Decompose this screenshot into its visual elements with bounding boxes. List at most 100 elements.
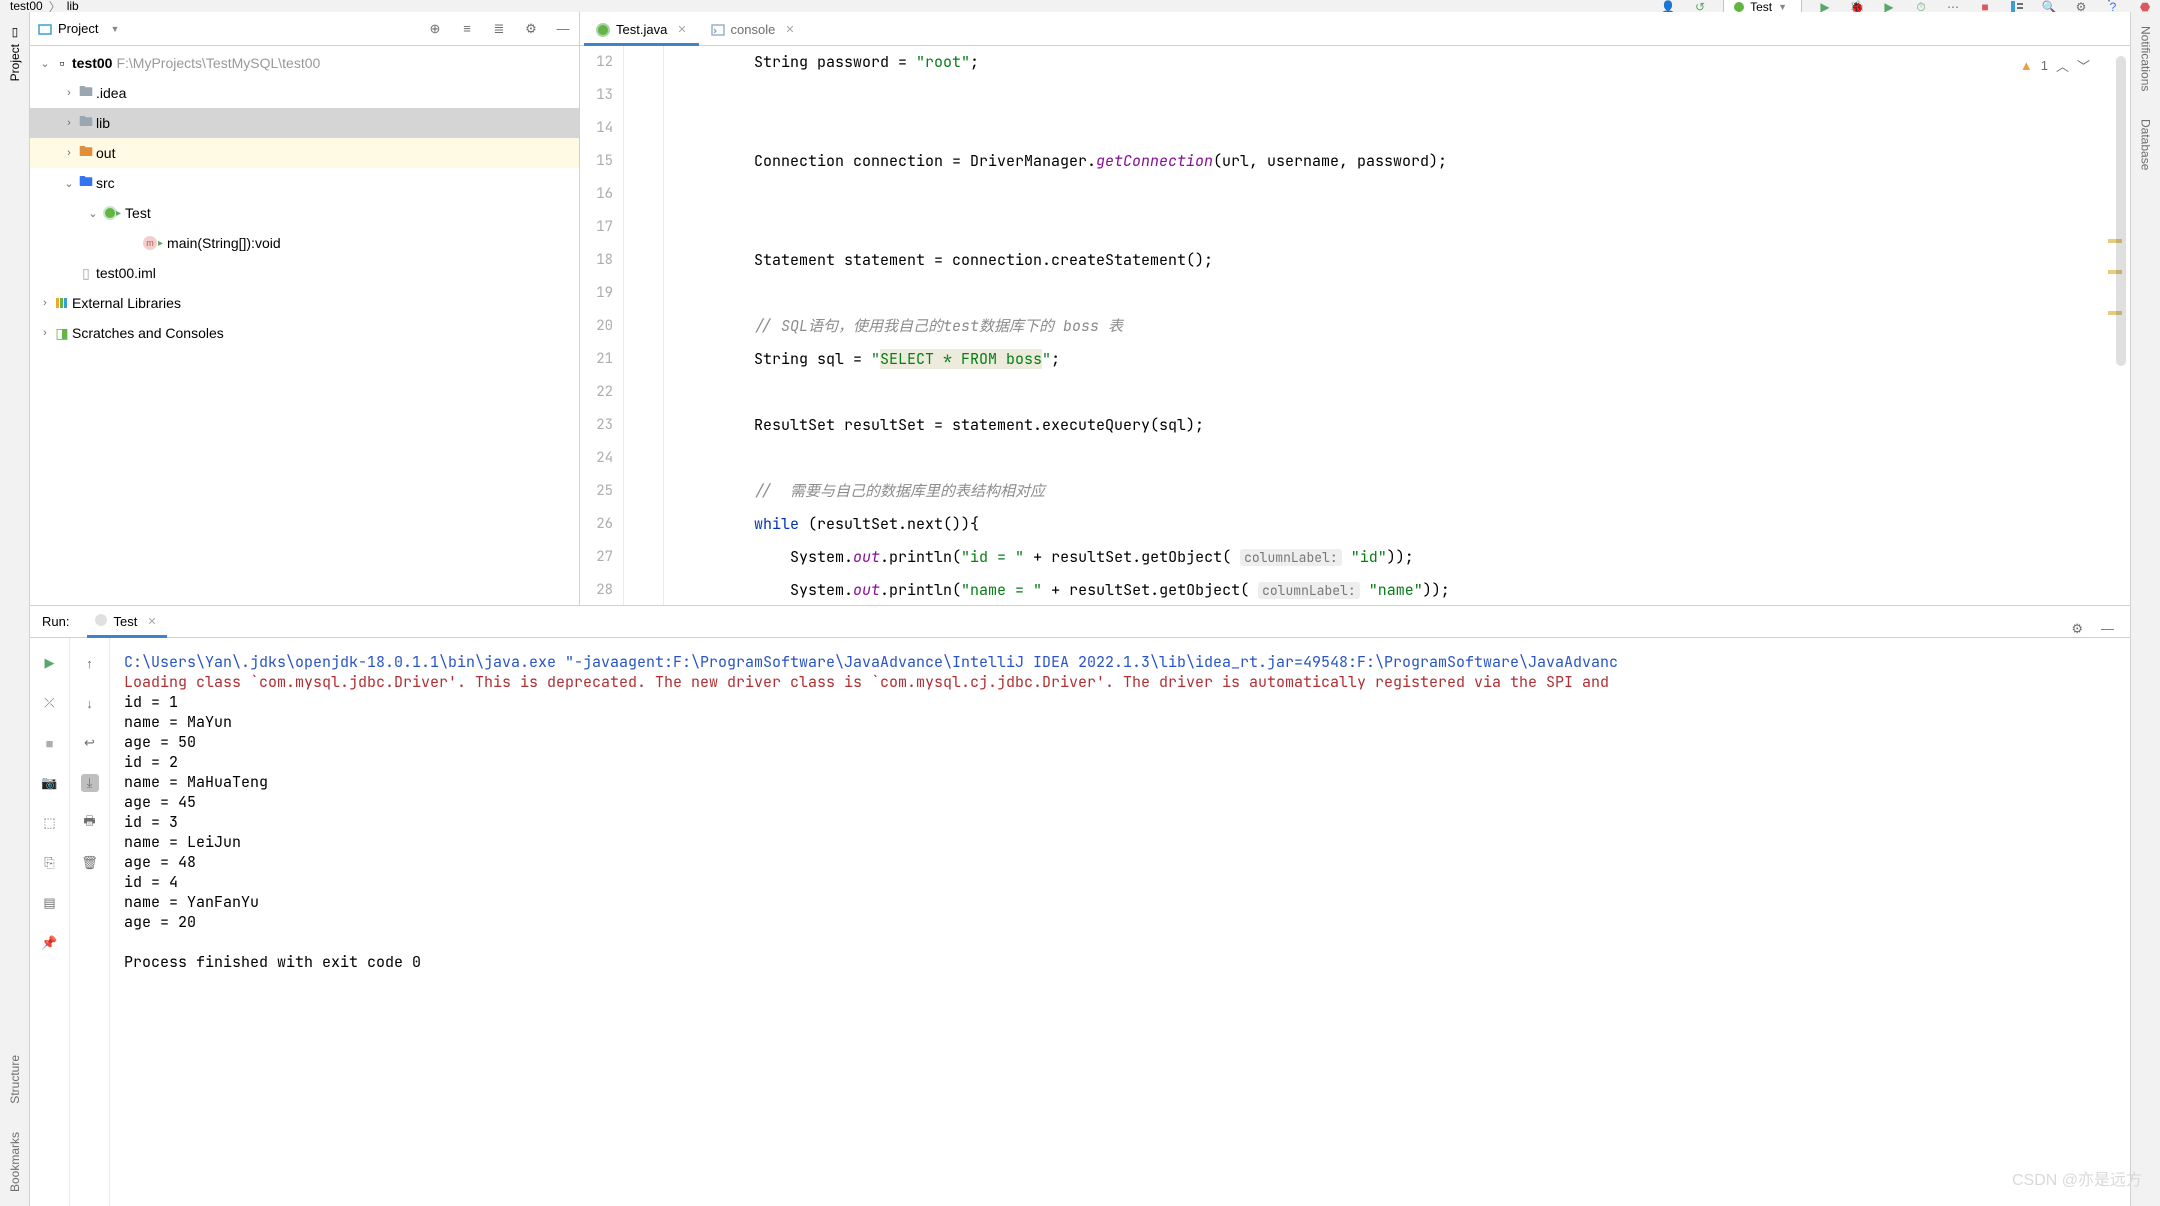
tree-iml[interactable]: ▯ test00.iml	[30, 258, 579, 288]
debug-button[interactable]: 🐞	[1848, 0, 1866, 12]
source-folder-icon: 🖿	[76, 171, 96, 195]
tree-scratches[interactable]: › ◨ Scratches and Consoles	[30, 318, 579, 348]
class-label: Test	[125, 205, 151, 221]
src-label: src	[96, 175, 115, 191]
select-opened-file-icon[interactable]: ⊕	[427, 21, 443, 37]
close-tab-icon[interactable]: ✕	[785, 23, 794, 36]
sync-icon[interactable]: ↺	[1691, 0, 1709, 12]
exit-line: Process finished with exit code 0	[124, 952, 421, 972]
run-settings-icon[interactable]: ⚙	[2071, 621, 2083, 637]
soft-wrap-icon[interactable]: ↩	[81, 734, 99, 752]
breadcrumb-separator: 〉	[49, 0, 61, 12]
editor-menu-icon[interactable]: ⋮	[2100, 0, 2118, 5]
line-no: 14	[580, 112, 613, 145]
layout-icon[interactable]: ⬚	[41, 814, 59, 832]
run-button[interactable]: ▶	[1816, 0, 1834, 12]
tree-out[interactable]: › 🖿 out	[30, 138, 579, 168]
line-gutter[interactable]: 12 13 14 15 16 17 18 19 20 21 22 23 24 2…	[580, 46, 624, 605]
rerun-icon[interactable]: ▶	[41, 654, 59, 672]
profile-button[interactable]: ⏱	[1912, 0, 1930, 12]
hide-icon[interactable]: —	[555, 21, 571, 37]
print-icon[interactable]: 🖶	[81, 814, 99, 832]
tree-idea[interactable]: › 🖿 .idea	[30, 78, 579, 108]
tree-main-method[interactable]: m ▸ main(String[]):void	[30, 228, 579, 258]
right-tool-strip: Notifications Database	[2130, 12, 2160, 1206]
idea-label: .idea	[96, 85, 126, 101]
inspections-widget[interactable]: ▲ 1 ︿ ﹀	[2020, 56, 2090, 75]
line-no: 22	[580, 376, 613, 409]
out-line: name = MaYun	[124, 712, 232, 732]
close-run-tab-icon[interactable]: ✕	[147, 615, 156, 628]
vcs-update-icon[interactable]	[2008, 0, 2026, 12]
settings-icon[interactable]: ⚙	[523, 21, 539, 37]
tree-lib[interactable]: › 🖿 lib	[30, 108, 579, 138]
project-title[interactable]: Project ▼	[38, 21, 119, 36]
collapse-all-icon[interactable]: ≣	[491, 21, 507, 37]
fold-gutter[interactable]	[624, 46, 664, 605]
search-everywhere-icon[interactable]: 🔍	[2040, 0, 2058, 12]
tool-database[interactable]: Database	[2139, 119, 2153, 170]
run-debug-icon[interactable]: ⤫	[41, 694, 59, 712]
editor-body[interactable]: ▲ 1 ︿ ﹀ 12 13 14 15 16 17 18 19 20 21 22…	[580, 46, 2130, 605]
down-icon[interactable]: ↓	[81, 694, 99, 712]
breadcrumb-root[interactable]: test00	[10, 0, 43, 12]
exit-icon[interactable]: ⎘	[41, 854, 59, 872]
root-path: F:\MyProjects\TestMySQL\test00	[116, 55, 320, 71]
run-tab-test[interactable]: Test ✕	[87, 608, 166, 637]
method-label: main(String[]):void	[167, 235, 281, 251]
scroll-to-end-icon[interactable]: ⤓	[81, 774, 99, 792]
project-header: Project ▼ ⊕ ≡ ≣ ⚙ —	[30, 12, 579, 46]
code-area[interactable]: String password = "root"; Connection con…	[664, 46, 2130, 605]
up-icon[interactable]: ↑	[81, 654, 99, 672]
tree-root[interactable]: ⌄ ▫ test00 F:\MyProjects\TestMySQL\test0…	[30, 48, 579, 78]
close-tab-icon[interactable]: ✕	[677, 23, 686, 36]
coverage-button[interactable]: ▶	[1880, 0, 1898, 12]
run-config-name: Test	[1750, 0, 1772, 12]
tool-notifications[interactable]: Notifications	[2139, 26, 2153, 91]
folder-icon: ▯	[8, 26, 22, 40]
editor-scrollbar[interactable]	[2116, 56, 2126, 366]
out-line: name = MaHuaTeng	[124, 772, 268, 792]
tool-structure[interactable]: Structure	[8, 1055, 22, 1104]
ide-error-icon[interactable]: ⬣	[2136, 0, 2154, 12]
line-no: 24	[580, 442, 613, 475]
prev-highlight-icon[interactable]: ︿	[2056, 56, 2069, 75]
database-label: Database	[2139, 119, 2153, 170]
user-icon[interactable]: 👤	[1659, 0, 1677, 12]
stop-button[interactable]: ■	[1976, 0, 1994, 12]
settings-gear-icon[interactable]: ⚙	[2072, 0, 2090, 12]
bookmarks-tool-label: Bookmarks	[8, 1132, 22, 1192]
runnable-icon: ▸	[116, 208, 121, 219]
tool-project[interactable]: Project ▯	[8, 26, 22, 81]
run-tool-window: Run: Test ✕ ⚙ — ▶ ⤫ ■ 📷 ⬚ ⎘ ▤ 📌 ↑ ↓ ↩ ⤓ …	[30, 606, 2130, 1206]
expand-all-icon[interactable]: ≡	[459, 21, 475, 37]
file-icon: ▯	[76, 265, 96, 282]
next-highlight-icon[interactable]: ﹀	[2077, 56, 2090, 75]
tree-test-class[interactable]: ⌄ ▸ Test	[30, 198, 579, 228]
pin-icon[interactable]: 📌	[41, 934, 59, 952]
layout-restore-icon[interactable]: ▤	[41, 894, 59, 912]
tool-bookmarks[interactable]: Bookmarks	[8, 1132, 22, 1192]
run-toolbar-left: ▶ ⤫ ■ 📷 ⬚ ⎘ ▤ 📌	[30, 638, 70, 1206]
hide-run-icon[interactable]: —	[2101, 621, 2114, 637]
libraries-icon	[52, 296, 72, 310]
tab-test-java[interactable]: Test.java ✕	[584, 16, 699, 45]
attach-button[interactable]: ⋯	[1944, 0, 1962, 12]
tree-src[interactable]: ⌄ 🖿 src	[30, 168, 579, 198]
breadcrumb-lib[interactable]: lib	[67, 0, 79, 12]
run-config-dropdown[interactable]: Test ▼	[1723, 0, 1802, 12]
tree-external[interactable]: › External Libraries	[30, 288, 579, 318]
run-toolbar-console: ↑ ↓ ↩ ⤓ 🖶 🗑	[70, 638, 110, 1206]
clear-icon[interactable]: 🗑	[81, 854, 99, 872]
out-line: id = 3	[124, 812, 178, 832]
tab-console[interactable]: console ✕	[699, 16, 807, 45]
console-output[interactable]: C:\Users\Yan\.jdks\openjdk-18.0.1.1\bin\…	[110, 638, 2130, 1206]
dump-icon[interactable]: 📷	[41, 774, 59, 792]
out-line: name = LeiJun	[124, 832, 241, 852]
stop-icon[interactable]: ■	[41, 734, 59, 752]
ext-label: External Libraries	[72, 295, 181, 311]
project-tool-window: Project ▼ ⊕ ≡ ≣ ⚙ — ⌄ ▫ test00 F:\MyProj…	[30, 12, 580, 606]
chevron-right-icon: ›	[62, 117, 76, 129]
runnable-icon: ▸	[158, 238, 163, 249]
run-header-actions: ⚙ —	[2071, 621, 2130, 637]
